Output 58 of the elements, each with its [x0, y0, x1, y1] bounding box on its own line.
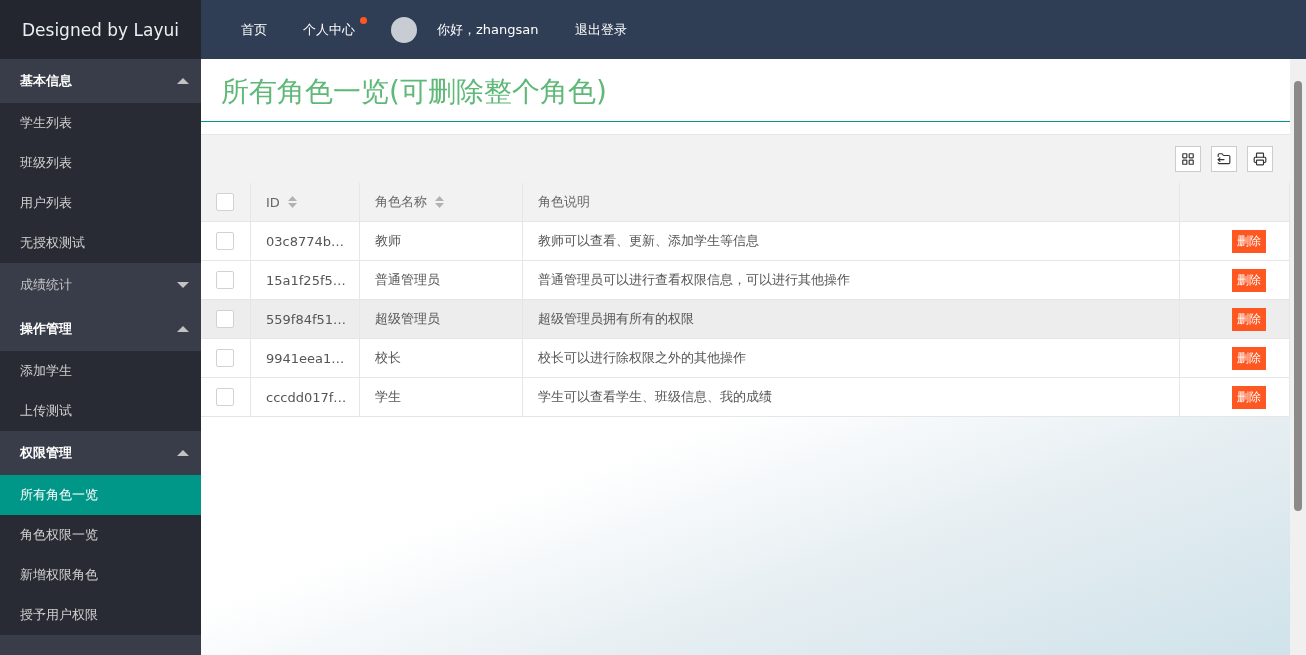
nav-link[interactable]: 首页 — [225, 20, 283, 39]
sidebar-group[interactable]: 基本信息 — [0, 59, 201, 103]
scrollbar[interactable] — [1290, 59, 1306, 655]
nav-link[interactable]: 个人中心 — [287, 20, 371, 39]
sidebar-item[interactable]: 上传测试 — [0, 391, 201, 431]
sidebar-group[interactable]: 成绩统计 — [0, 263, 201, 307]
table-cell: 教师可以查看、更新、添加学生等信息 — [523, 222, 1180, 261]
sidebar-item[interactable]: 角色权限一览 — [0, 515, 201, 555]
folder-export-icon — [1217, 152, 1231, 166]
sidebar-item[interactable]: 无授权测试 — [0, 223, 201, 263]
table-cell: 普通管理员可以进行查看权限信息，可以进行其他操作 — [523, 261, 1180, 300]
table-cell: 校长 — [360, 339, 523, 378]
logout-link[interactable]: 退出登录 — [558, 20, 643, 39]
table-cell: 超级管理员 — [360, 300, 523, 339]
column-header[interactable]: ID — [251, 183, 360, 222]
caret-icon — [177, 450, 189, 456]
sidebar-item[interactable]: 用户列表 — [0, 183, 201, 223]
sidebar-item[interactable]: 新增权限角色 — [0, 555, 201, 595]
print-button[interactable] — [1247, 146, 1273, 172]
avatar-circle[interactable] — [391, 16, 417, 43]
table-cell: 学生可以查看学生、班级信息、我的成绩 — [523, 378, 1180, 417]
columns-button[interactable] — [1175, 146, 1201, 172]
table-cell: 超级管理员拥有所有的权限 — [523, 300, 1180, 339]
table-cell: 15a1f25f5… — [251, 261, 360, 300]
checkbox[interactable] — [216, 310, 234, 328]
column-header: 角色说明 — [523, 183, 1180, 222]
checkbox[interactable] — [216, 349, 234, 367]
table-cell: cccdd017f… — [251, 378, 360, 417]
table-cell: 03c8774b… — [251, 222, 360, 261]
checkbox[interactable] — [216, 388, 234, 406]
export-button[interactable] — [1211, 146, 1237, 172]
column-header[interactable]: 角色名称 — [360, 183, 523, 222]
logo-text: Designed by Layui — [0, 0, 201, 59]
grid-icon — [1181, 152, 1195, 166]
page-title: 所有角色一览(可删除整个角色) — [201, 59, 1290, 122]
checkbox[interactable] — [216, 232, 234, 250]
sidebar-item[interactable]: 学生列表 — [0, 103, 201, 143]
table-cell: 教师 — [360, 222, 523, 261]
sidebar-group[interactable]: 操作管理 — [0, 307, 201, 351]
sort-icon[interactable] — [287, 195, 297, 209]
table-cell: 学生 — [360, 378, 523, 417]
user-greeting[interactable]: 你好，zhangsan — [421, 20, 555, 39]
sort-icon[interactable] — [435, 195, 444, 209]
sidebar-item[interactable]: 授予用户权限 — [0, 595, 201, 635]
sidebar-item[interactable]: 所有角色一览 — [0, 475, 201, 515]
checkbox[interactable] — [216, 271, 234, 289]
table-cell: 校长可以进行除权限之外的其他操作 — [523, 339, 1180, 378]
table-cell: 559f84f51… — [251, 300, 360, 339]
printer-icon — [1253, 152, 1267, 166]
caret-icon — [177, 78, 189, 84]
caret-icon — [177, 282, 189, 288]
checkbox[interactable] — [216, 193, 234, 211]
sidebar-item[interactable]: 添加学生 — [0, 351, 201, 391]
sidebar-group[interactable]: 权限管理 — [0, 431, 201, 475]
table-cell: 9941eea1… — [251, 339, 360, 378]
sidebar-item[interactable]: 班级列表 — [0, 143, 201, 183]
caret-icon — [177, 326, 189, 332]
table-cell: 普通管理员 — [360, 261, 523, 300]
